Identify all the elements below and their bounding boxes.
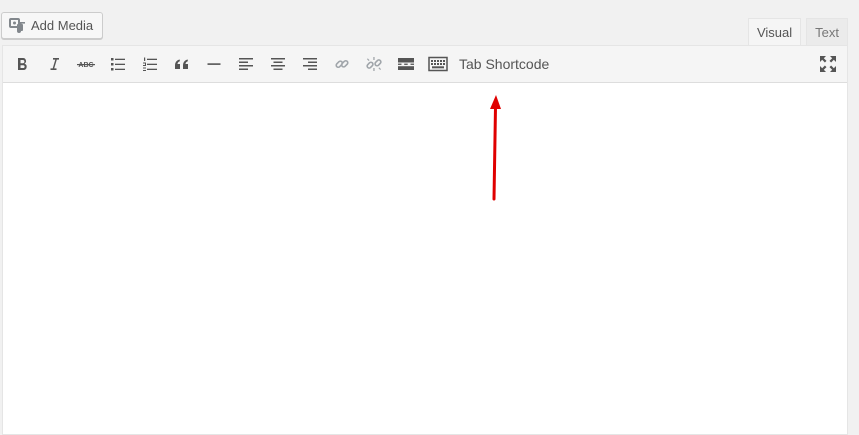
unlink-icon <box>366 57 382 71</box>
bulleted-list-icon <box>111 58 125 71</box>
insert-read-more-button[interactable] <box>393 52 419 76</box>
numbered-list-button[interactable] <box>137 52 163 76</box>
bold-icon <box>18 58 27 70</box>
tab-visual[interactable]: Visual <box>747 18 802 47</box>
align-center-icon <box>271 58 285 70</box>
align-left-button[interactable] <box>233 52 259 76</box>
fullscreen-button[interactable] <box>815 52 841 76</box>
bulleted-list-button[interactable] <box>105 52 131 76</box>
blockquote-icon <box>175 59 188 69</box>
tab-text[interactable]: Text <box>806 18 848 46</box>
insert-link-button[interactable] <box>329 52 355 76</box>
align-right-button[interactable] <box>297 52 323 76</box>
fullscreen-icon <box>820 56 836 72</box>
align-right-icon <box>303 58 317 70</box>
bold-button[interactable] <box>9 52 35 76</box>
toolbar-toggle-icon <box>428 56 448 72</box>
align-center-button[interactable] <box>265 52 291 76</box>
svg-text:ABC: ABC <box>78 62 93 69</box>
remove-link-button[interactable] <box>361 52 387 76</box>
italic-icon <box>50 58 59 70</box>
tab-shortcode-button[interactable]: Tab Shortcode <box>459 52 549 76</box>
numbered-list-icon <box>143 57 157 71</box>
strikethrough-icon: ABC <box>77 62 95 69</box>
add-media-button[interactable]: Add Media <box>1 12 103 39</box>
horizontal-line-icon <box>207 63 221 65</box>
editor: ABC Tab Shortcode <box>2 45 848 435</box>
link-icon <box>335 59 349 69</box>
media-icon <box>9 17 26 34</box>
strikethrough-button[interactable]: ABC <box>73 52 99 76</box>
italic-button[interactable] <box>41 52 67 76</box>
editor-mode-tabs: Visual Text <box>747 18 848 47</box>
annotation-arrow-icon <box>490 95 501 201</box>
horizontal-line-button[interactable] <box>201 52 227 76</box>
editor-toolbar: ABC Tab Shortcode <box>3 46 847 83</box>
blockquote-button[interactable] <box>169 52 195 76</box>
editor-content-area[interactable] <box>3 83 847 434</box>
toolbar-toggle-button[interactable] <box>425 52 451 76</box>
align-left-icon <box>239 58 253 70</box>
read-more-icon <box>398 58 414 70</box>
add-media-label: Add Media <box>31 18 94 33</box>
